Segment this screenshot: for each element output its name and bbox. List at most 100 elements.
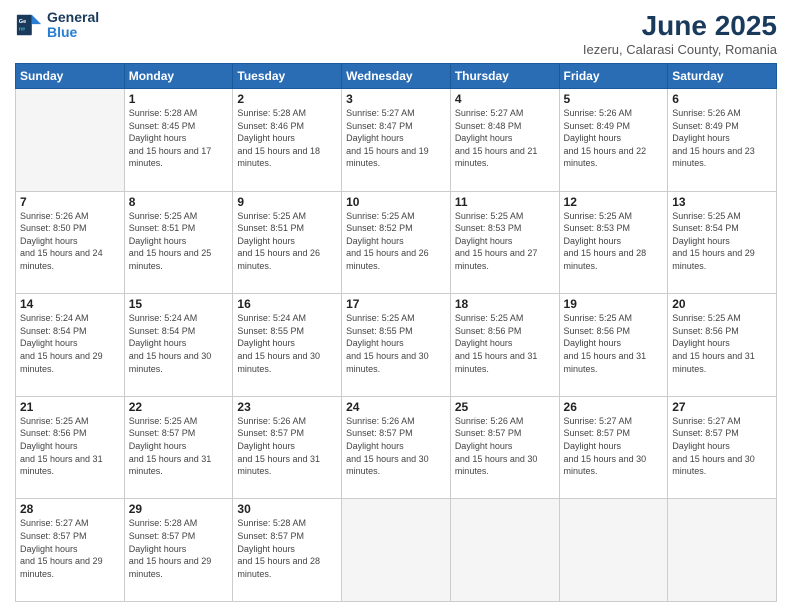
day-info: Sunrise: 5:25 AM Sunset: 8:56 PM Dayligh… [564, 312, 664, 375]
day-number: 18 [455, 297, 555, 311]
day-number: 1 [129, 92, 229, 106]
calendar-table: Sunday Monday Tuesday Wednesday Thursday… [15, 63, 777, 602]
day-number: 2 [237, 92, 337, 106]
day-info: Sunrise: 5:25 AM Sunset: 8:51 PM Dayligh… [237, 210, 337, 273]
day-info: Sunrise: 5:24 AM Sunset: 8:55 PM Dayligh… [237, 312, 337, 375]
calendar-cell: 14 Sunrise: 5:24 AM Sunset: 8:54 PM Dayl… [16, 294, 125, 397]
day-info: Sunrise: 5:26 AM Sunset: 8:57 PM Dayligh… [346, 415, 446, 478]
day-number: 20 [672, 297, 772, 311]
calendar-cell: 22 Sunrise: 5:25 AM Sunset: 8:57 PM Dayl… [124, 396, 233, 499]
day-info: Sunrise: 5:26 AM Sunset: 8:49 PM Dayligh… [672, 107, 772, 170]
svg-text:Ge: Ge [19, 20, 26, 26]
calendar-cell: 26 Sunrise: 5:27 AM Sunset: 8:57 PM Dayl… [559, 396, 668, 499]
page: Ge ne General Blue June 2025 Iezeru, Cal… [0, 0, 792, 612]
location: Iezeru, Calarasi County, Romania [583, 42, 777, 57]
calendar-cell: 7 Sunrise: 5:26 AM Sunset: 8:50 PM Dayli… [16, 191, 125, 294]
calendar-cell: 12 Sunrise: 5:25 AM Sunset: 8:53 PM Dayl… [559, 191, 668, 294]
col-wednesday: Wednesday [342, 64, 451, 89]
day-info: Sunrise: 5:28 AM Sunset: 8:57 PM Dayligh… [129, 517, 229, 580]
day-info: Sunrise: 5:25 AM Sunset: 8:56 PM Dayligh… [672, 312, 772, 375]
calendar-cell: 23 Sunrise: 5:26 AM Sunset: 8:57 PM Dayl… [233, 396, 342, 499]
day-info: Sunrise: 5:25 AM Sunset: 8:56 PM Dayligh… [20, 415, 120, 478]
day-number: 9 [237, 195, 337, 209]
day-info: Sunrise: 5:26 AM Sunset: 8:49 PM Dayligh… [564, 107, 664, 170]
calendar-cell [450, 499, 559, 602]
day-number: 4 [455, 92, 555, 106]
calendar-cell: 5 Sunrise: 5:26 AM Sunset: 8:49 PM Dayli… [559, 89, 668, 192]
day-number: 25 [455, 400, 555, 414]
day-number: 10 [346, 195, 446, 209]
day-info: Sunrise: 5:25 AM Sunset: 8:53 PM Dayligh… [564, 210, 664, 273]
calendar-cell: 28 Sunrise: 5:27 AM Sunset: 8:57 PM Dayl… [16, 499, 125, 602]
day-info: Sunrise: 5:24 AM Sunset: 8:54 PM Dayligh… [20, 312, 120, 375]
calendar-week-0: 1 Sunrise: 5:28 AM Sunset: 8:45 PM Dayli… [16, 89, 777, 192]
day-info: Sunrise: 5:25 AM Sunset: 8:55 PM Dayligh… [346, 312, 446, 375]
col-friday: Friday [559, 64, 668, 89]
day-info: Sunrise: 5:27 AM Sunset: 8:57 PM Dayligh… [672, 415, 772, 478]
calendar-cell: 2 Sunrise: 5:28 AM Sunset: 8:46 PM Dayli… [233, 89, 342, 192]
day-info: Sunrise: 5:27 AM Sunset: 8:47 PM Dayligh… [346, 107, 446, 170]
col-monday: Monday [124, 64, 233, 89]
day-number: 27 [672, 400, 772, 414]
day-number: 14 [20, 297, 120, 311]
day-number: 6 [672, 92, 772, 106]
calendar-header-row: Sunday Monday Tuesday Wednesday Thursday… [16, 64, 777, 89]
logo-line1: General [47, 10, 99, 25]
calendar-cell: 17 Sunrise: 5:25 AM Sunset: 8:55 PM Dayl… [342, 294, 451, 397]
day-number: 21 [20, 400, 120, 414]
day-number: 17 [346, 297, 446, 311]
day-number: 29 [129, 502, 229, 516]
calendar-cell [559, 499, 668, 602]
day-info: Sunrise: 5:26 AM Sunset: 8:50 PM Dayligh… [20, 210, 120, 273]
calendar-cell: 24 Sunrise: 5:26 AM Sunset: 8:57 PM Dayl… [342, 396, 451, 499]
calendar-cell: 27 Sunrise: 5:27 AM Sunset: 8:57 PM Dayl… [668, 396, 777, 499]
calendar-week-3: 21 Sunrise: 5:25 AM Sunset: 8:56 PM Dayl… [16, 396, 777, 499]
calendar-week-4: 28 Sunrise: 5:27 AM Sunset: 8:57 PM Dayl… [16, 499, 777, 602]
calendar-cell: 15 Sunrise: 5:24 AM Sunset: 8:54 PM Dayl… [124, 294, 233, 397]
col-saturday: Saturday [668, 64, 777, 89]
day-number: 22 [129, 400, 229, 414]
day-info: Sunrise: 5:25 AM Sunset: 8:56 PM Dayligh… [455, 312, 555, 375]
calendar-cell: 13 Sunrise: 5:25 AM Sunset: 8:54 PM Dayl… [668, 191, 777, 294]
calendar-cell: 25 Sunrise: 5:26 AM Sunset: 8:57 PM Dayl… [450, 396, 559, 499]
calendar-cell: 1 Sunrise: 5:28 AM Sunset: 8:45 PM Dayli… [124, 89, 233, 192]
calendar-cell: 3 Sunrise: 5:27 AM Sunset: 8:47 PM Dayli… [342, 89, 451, 192]
day-info: Sunrise: 5:26 AM Sunset: 8:57 PM Dayligh… [237, 415, 337, 478]
title-area: June 2025 Iezeru, Calarasi County, Roman… [583, 10, 777, 57]
calendar-cell: 6 Sunrise: 5:26 AM Sunset: 8:49 PM Dayli… [668, 89, 777, 192]
header: Ge ne General Blue June 2025 Iezeru, Cal… [15, 10, 777, 57]
calendar-cell: 18 Sunrise: 5:25 AM Sunset: 8:56 PM Dayl… [450, 294, 559, 397]
day-number: 23 [237, 400, 337, 414]
day-info: Sunrise: 5:25 AM Sunset: 8:51 PM Dayligh… [129, 210, 229, 273]
day-info: Sunrise: 5:25 AM Sunset: 8:52 PM Dayligh… [346, 210, 446, 273]
calendar-cell: 19 Sunrise: 5:25 AM Sunset: 8:56 PM Dayl… [559, 294, 668, 397]
month-title: June 2025 [583, 10, 777, 42]
col-sunday: Sunday [16, 64, 125, 89]
day-number: 12 [564, 195, 664, 209]
day-info: Sunrise: 5:27 AM Sunset: 8:57 PM Dayligh… [564, 415, 664, 478]
day-info: Sunrise: 5:28 AM Sunset: 8:46 PM Dayligh… [237, 107, 337, 170]
svg-text:ne: ne [19, 27, 26, 33]
calendar-week-2: 14 Sunrise: 5:24 AM Sunset: 8:54 PM Dayl… [16, 294, 777, 397]
col-tuesday: Tuesday [233, 64, 342, 89]
day-info: Sunrise: 5:24 AM Sunset: 8:54 PM Dayligh… [129, 312, 229, 375]
day-number: 7 [20, 195, 120, 209]
logo-line2: Blue [47, 25, 99, 40]
day-number: 13 [672, 195, 772, 209]
calendar-week-1: 7 Sunrise: 5:26 AM Sunset: 8:50 PM Dayli… [16, 191, 777, 294]
calendar-cell: 9 Sunrise: 5:25 AM Sunset: 8:51 PM Dayli… [233, 191, 342, 294]
calendar-cell: 29 Sunrise: 5:28 AM Sunset: 8:57 PM Dayl… [124, 499, 233, 602]
logo-icon: Ge ne [15, 11, 43, 39]
calendar-cell [668, 499, 777, 602]
day-number: 5 [564, 92, 664, 106]
day-number: 3 [346, 92, 446, 106]
day-number: 19 [564, 297, 664, 311]
calendar-cell: 21 Sunrise: 5:25 AM Sunset: 8:56 PM Dayl… [16, 396, 125, 499]
calendar-cell: 4 Sunrise: 5:27 AM Sunset: 8:48 PM Dayli… [450, 89, 559, 192]
calendar-cell: 10 Sunrise: 5:25 AM Sunset: 8:52 PM Dayl… [342, 191, 451, 294]
calendar-cell [16, 89, 125, 192]
day-number: 15 [129, 297, 229, 311]
day-number: 26 [564, 400, 664, 414]
calendar-cell: 8 Sunrise: 5:25 AM Sunset: 8:51 PM Dayli… [124, 191, 233, 294]
calendar-cell: 20 Sunrise: 5:25 AM Sunset: 8:56 PM Dayl… [668, 294, 777, 397]
